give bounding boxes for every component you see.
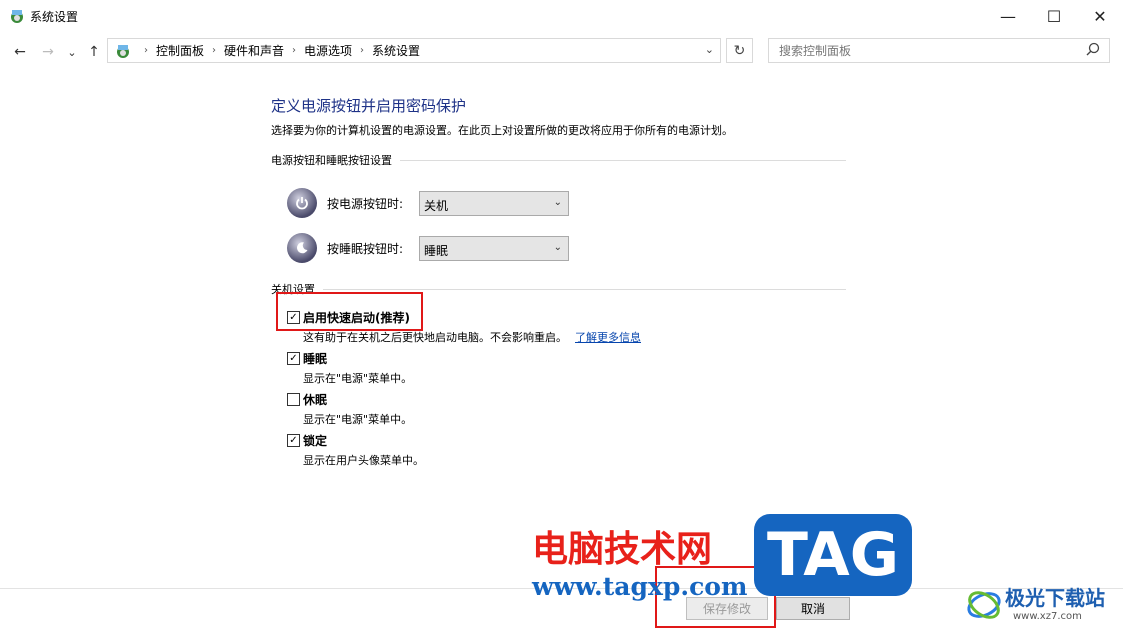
window-title: 系统设置 (30, 10, 79, 24)
chevron-right-icon[interactable]: › (212, 45, 216, 56)
divider (400, 159, 846, 161)
up-arrow-icon[interactable]: ↑ (84, 42, 104, 62)
power-section-header: 电源按钮和睡眠按钮设置 (271, 153, 846, 167)
breadcrumb-control-panel[interactable]: 控制面板 (156, 42, 204, 59)
lock-label[interactable]: 锁定 (303, 432, 327, 449)
breadcrumb-hardware-sound[interactable]: 硬件和声音 (224, 42, 284, 59)
forward-arrow-icon[interactable]: → (38, 42, 58, 62)
control-panel-icon (11, 10, 23, 23)
power-button-value: 关机 (424, 198, 449, 213)
sleep-button-icon (287, 233, 317, 263)
chevron-right-icon[interactable]: › (292, 45, 296, 56)
chevron-right-icon[interactable]: › (360, 45, 364, 56)
fast-startup-description: 这有助于在关机之后更快地启动电脑。不会影响重启。 了解更多信息 (303, 329, 641, 345)
sleep-checkbox[interactable]: ✓ (287, 352, 300, 365)
power-button-select[interactable]: 关机 ⌄ (419, 190, 569, 216)
lock-checkbox[interactable]: ✓ (287, 434, 300, 447)
refresh-button[interactable]: ↻ (726, 38, 753, 63)
sleep-button-value: 睡眠 (424, 243, 449, 258)
corner-watermark: 极光下载站 www.xz7.com (965, 580, 1120, 628)
divider (323, 288, 846, 290)
cancel-button[interactable]: 取消 (776, 597, 850, 620)
recent-locations-icon[interactable]: ⌄ (62, 42, 82, 62)
hibernate-checkbox[interactable] (287, 393, 300, 406)
breadcrumb-system-settings[interactable]: 系统设置 (372, 42, 420, 59)
search-input[interactable] (777, 43, 1081, 59)
sleep-description: 显示在"电源"菜单中。 (303, 372, 413, 385)
search-icon[interactable] (1085, 42, 1101, 58)
chevron-down-icon[interactable]: ⌄ (705, 43, 714, 56)
minimize-button[interactable]: — (985, 0, 1031, 32)
power-button-row: 按电源按钮时: 关机 ⌄ (287, 188, 569, 218)
search-box[interactable] (768, 38, 1110, 63)
hibernate-description: 显示在"电源"菜单中。 (303, 413, 413, 426)
jiguang-logo-icon (967, 591, 1001, 619)
close-button[interactable]: ✕ (1077, 0, 1123, 32)
tag-logo: TAG (754, 514, 912, 596)
page-title: 定义电源按钮并启用密码保护 (271, 97, 467, 115)
control-panel-icon (117, 44, 129, 58)
maximize-button[interactable]: ☐ (1031, 0, 1077, 32)
sleep-button-row: 按睡眠按钮时: 睡眠 ⌄ (287, 233, 569, 263)
back-arrow-icon[interactable]: ← (10, 42, 30, 62)
power-button-label: 按电源按钮时: (327, 196, 404, 211)
learn-more-link[interactable]: 了解更多信息 (575, 331, 641, 344)
fast-startup-sub: 这有助于在关机之后更快地启动电脑。不会影响重启。 (303, 331, 567, 344)
watermark-site-name: 电脑技术网 (532, 529, 713, 570)
highlight-box-fast-startup (276, 292, 423, 331)
hibernate-label[interactable]: 休眠 (303, 391, 327, 408)
watermark-url: www.tagxp.com (532, 572, 748, 601)
sleep-button-label: 按睡眠按钮时: (327, 241, 404, 256)
power-button-icon (287, 188, 317, 218)
corner-brand-name: 极光下载站 (1005, 586, 1105, 610)
sleep-label[interactable]: 睡眠 (303, 350, 327, 367)
breadcrumb-power-options[interactable]: 电源选项 (304, 42, 352, 59)
sleep-button-select[interactable]: 睡眠 ⌄ (419, 235, 569, 261)
page-description: 选择要为你的计算机设置的电源设置。在此页上对设置所做的更改将应用于你所有的电源计… (271, 124, 733, 137)
address-bar[interactable]: › 控制面板 › 硬件和声音 › 电源选项 › 系统设置 ⌄ (107, 38, 721, 63)
corner-brand-url: www.xz7.com (1013, 611, 1082, 622)
chevron-right-icon: › (144, 45, 148, 56)
title-bar: 系统设置 — ☐ ✕ (0, 0, 1123, 32)
lock-description: 显示在用户头像菜单中。 (303, 454, 424, 467)
chevron-down-icon: ⌄ (553, 241, 562, 253)
section-title: 电源按钮和睡眠按钮设置 (271, 154, 392, 167)
chevron-down-icon: ⌄ (553, 196, 562, 208)
